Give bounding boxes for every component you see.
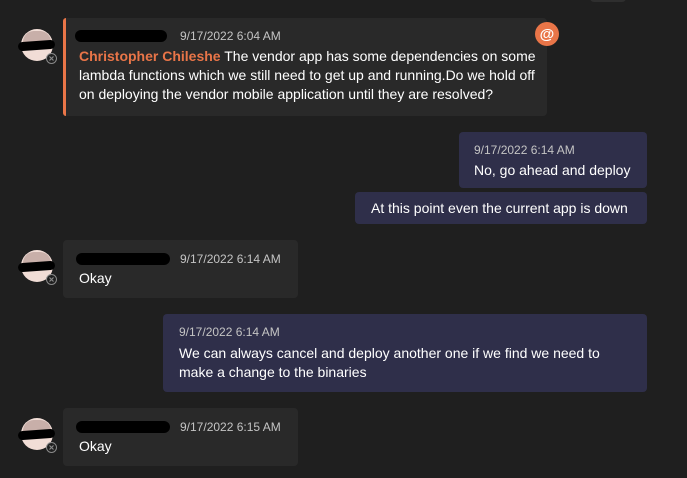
redacted-sender-name xyxy=(76,421,170,433)
message-timestamp: 9/17/2022 6:14 AM xyxy=(179,325,280,339)
message-timestamp: 9/17/2022 6:04 AM xyxy=(180,29,281,43)
chat-thread: 9/17/2022 6:04 AM Christopher Chileshe T… xyxy=(0,0,687,478)
message-text: Christopher Chileshe The vendor app has … xyxy=(79,47,537,104)
message-text: At this point even the current app is do… xyxy=(371,200,628,216)
offline-presence-icon xyxy=(46,442,57,453)
redaction-mark xyxy=(17,428,56,441)
scroll-indicator[interactable] xyxy=(590,0,626,2)
at-mention-icon: @ xyxy=(535,22,559,46)
message-text: We can always cancel and deploy another … xyxy=(179,345,600,380)
message-timestamp: 9/17/2022 6:14 AM xyxy=(474,143,575,157)
message-timestamp: 9/17/2022 6:14 AM xyxy=(180,252,281,266)
message-timestamp: 9/17/2022 6:15 AM xyxy=(180,420,281,434)
message-text: Okay xyxy=(79,438,112,454)
offline-presence-icon xyxy=(46,53,57,64)
avatar[interactable] xyxy=(17,250,57,285)
avatar[interactable] xyxy=(17,418,57,453)
redaction-mark xyxy=(17,39,56,52)
mention-accent-bar xyxy=(63,18,66,116)
message-bubble[interactable]: 9/17/2022 6:14 AM No, go ahead and deplo… xyxy=(459,132,647,188)
message-bubble[interactable]: 9/17/2022 6:04 AM Christopher Chileshe T… xyxy=(63,18,547,116)
avatar[interactable] xyxy=(17,29,57,64)
message-text: No, go ahead and deploy xyxy=(474,162,631,178)
offline-presence-icon xyxy=(46,274,57,285)
redaction-mark xyxy=(17,260,56,273)
redacted-sender-name xyxy=(75,30,167,42)
sender-mention[interactable]: Christopher Chileshe xyxy=(79,48,221,64)
message-bubble[interactable]: 9/17/2022 6:14 AM We can always cancel a… xyxy=(163,314,647,392)
redacted-sender-name xyxy=(76,253,170,265)
message-bubble[interactable]: At this point even the current app is do… xyxy=(355,192,647,224)
message-text: Okay xyxy=(79,270,112,286)
message-bubble[interactable]: 9/17/2022 6:15 AM Okay xyxy=(63,408,298,466)
message-bubble[interactable]: 9/17/2022 6:14 AM Okay xyxy=(63,240,298,298)
